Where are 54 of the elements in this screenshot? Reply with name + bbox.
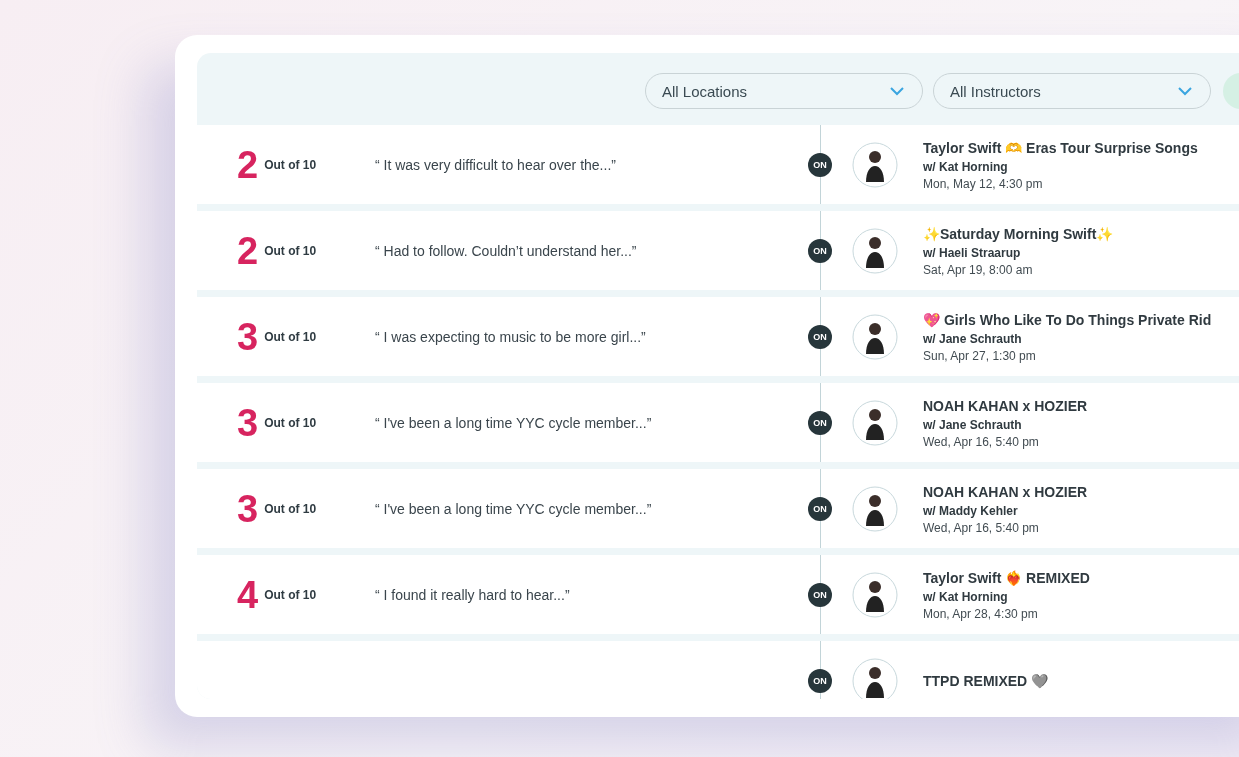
class-date: Wed, Apr 16, 5:40 pm [923,434,1040,449]
on-badge: ON [808,496,832,521]
avatar-silhouette-icon [852,227,898,274]
score-scale: Out of 10 [264,501,317,516]
score: 3 [237,317,259,356]
score: 3 [237,403,259,442]
score-scale: Out of 10 [264,243,317,258]
avatar-silhouette-icon [852,399,898,446]
class-title: NOAH KAHAN x HOZIER [923,396,1089,415]
class-title: NOAH KAHAN x HOZIER [923,482,1089,501]
chevron-down-icon [1178,86,1192,96]
avatar-silhouette-icon [852,313,898,360]
on-badge: ON [808,238,832,263]
instructor-name: w/ Kat Horning [923,159,1009,174]
review-row[interactable]: ON TTPD REMIXED 🩶 [197,641,1239,699]
review-quote: “ I've been a long time YYC cycle member...” [375,414,652,431]
class-title: ✨Saturday Morning Swift✨ [923,224,1115,243]
class-title: TTPD REMIXED 🩶 [923,671,1050,690]
score: 3 [237,489,259,528]
on-badge: ON [808,410,832,435]
class-title: 💖 Girls Who Like To Do Things Private Rid [923,310,1213,329]
instructor-name: w/ Haeli Straarup [923,245,1022,260]
instructor-name: w/ Jane Schrauth [923,331,1023,346]
review-quote: “ I was expecting to music to be more girl...” [375,328,646,345]
score-scale: Out of 10 [264,329,317,344]
class-title: Taylor Swift ❤‍🔥 REMIXED [923,568,1091,587]
chevron-down-icon [890,86,904,96]
on-badge: ON [808,152,832,177]
review-quote: “ Had to follow. Couldn’t understand her...” [375,242,637,259]
class-date: Wed, Apr 16, 5:40 pm [923,520,1040,535]
instructor-name: w/ Kat Horning [923,589,1009,604]
class-date: Sun, Apr 27, 1:30 pm [923,348,1037,363]
on-badge: ON [808,324,832,349]
avatar-silhouette-icon [852,657,898,699]
class-title: Taylor Swift 🫶 Eras Tour Surprise Songs [923,138,1199,157]
avatar-silhouette-icon [852,571,898,618]
class-date: Mon, May 12, 4:30 pm [923,176,1044,191]
class-date: Sat, Apr 19, 8:00 am [923,262,1034,277]
instructor-name: w/ Jane Schrauth [923,417,1023,432]
score-scale: Out of 10 [264,157,317,172]
score-scale: Out of 10 [264,415,317,430]
score: 2 [237,231,259,270]
review-quote: “ It was very difficult to hear over the...” [375,156,616,173]
avatar-silhouette-icon [852,485,898,532]
instructor-name: w/ Maddy Kehler [923,503,1019,518]
review-quote: “ I've been a long time YYC cycle member...” [375,500,652,517]
on-badge: ON [808,668,832,693]
score: 4 [237,575,259,614]
score-scale: Out of 10 [264,587,317,602]
class-date: Mon, Apr 28, 4:30 pm [923,606,1039,621]
score: 2 [237,145,259,184]
avatar-silhouette-icon [852,141,898,188]
on-badge: ON [808,582,832,607]
review-quote: “ I found it really hard to hear...” [375,586,570,603]
